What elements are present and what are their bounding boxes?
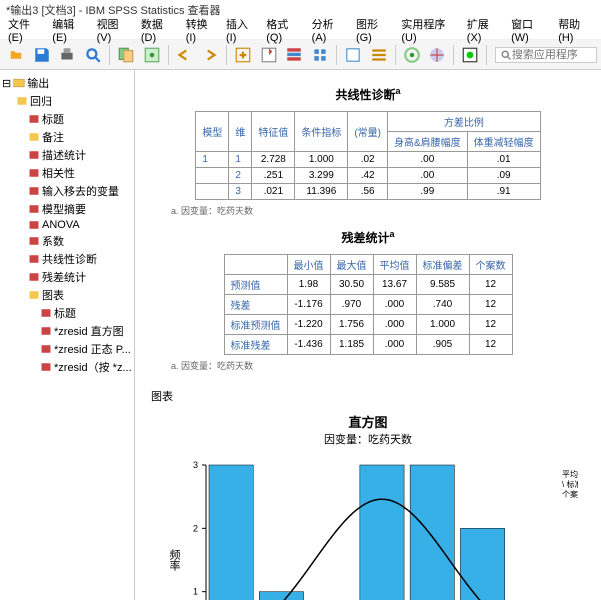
weight-button[interactable]: [400, 43, 424, 67]
menu-window[interactable]: 窗口(W): [507, 15, 552, 45]
menu-insert[interactable]: 插入(I): [222, 15, 260, 45]
toolbar: [0, 40, 601, 70]
tree-item[interactable]: ANOVA: [2, 218, 132, 232]
tree-item[interactable]: 备注: [2, 128, 132, 146]
table2-title: 残差统计a: [151, 229, 585, 246]
search-input[interactable]: [512, 49, 592, 61]
menu-graphs[interactable]: 图形(G): [352, 15, 395, 45]
menu-extensions[interactable]: 扩展(X): [463, 15, 505, 45]
split-button[interactable]: [425, 43, 449, 67]
svg-text:1: 1: [193, 587, 198, 597]
menu-file[interactable]: 文件(E): [4, 15, 46, 45]
svg-text:3: 3: [193, 460, 198, 470]
search-box[interactable]: [495, 47, 597, 63]
tree-item[interactable]: 共线性诊断: [2, 250, 132, 268]
select-button[interactable]: [367, 43, 391, 67]
menubar: 文件(E) 编辑(E) 视图(V) 数据(D) 转换(I) 插入(I) 格式(Q…: [0, 20, 601, 40]
menu-view[interactable]: 视图(V): [93, 15, 135, 45]
tree-item[interactable]: 标题: [2, 110, 132, 128]
save-button[interactable]: [30, 43, 54, 67]
run-button[interactable]: [308, 43, 332, 67]
tree-item[interactable]: *zresid 直方图: [2, 322, 132, 340]
chart-title: 直方图: [151, 412, 585, 431]
table2-footnote: a. 因变量：吃药天数: [171, 359, 585, 372]
menu-format[interactable]: 格式(Q): [262, 15, 305, 45]
table1-footnote: a. 因变量：吃药天数: [171, 204, 585, 217]
redo-button[interactable]: [198, 43, 222, 67]
svg-text:\ 标准差 = 0.905: \ 标准差 = 0.905: [562, 479, 578, 489]
open-button[interactable]: [4, 43, 28, 67]
designate-button[interactable]: [458, 43, 482, 67]
goto-button[interactable]: [231, 43, 255, 67]
print-button[interactable]: [56, 43, 80, 67]
menu-transform[interactable]: 转换(I): [182, 15, 220, 45]
table-row[interactable]: 残差-1.176.970.000.74012: [224, 295, 512, 315]
table-row[interactable]: 预测值1.9830.5013.679.58512: [224, 275, 512, 295]
table-row[interactable]: 112.7281.000.02.00.01: [196, 152, 540, 168]
collinearity-table[interactable]: 模型维特征值条件指标(常量)方差比例 身高&肩腰幅度体重减轻幅度 112.728…: [195, 111, 540, 200]
histogram-chart[interactable]: 0123-1.5-1.0-0.50.00.51.01.5频率平均值 = 2.61…: [158, 455, 578, 600]
svg-text:2: 2: [193, 523, 198, 533]
search-icon: [500, 49, 512, 61]
tree-item[interactable]: 系数: [2, 232, 132, 250]
chart-heading: 图表: [151, 388, 585, 404]
outline-tree[interactable]: ⊟输出 回归标题备注描述统计相关性输入移去的变量模型摘要ANOVA系数共线性诊断…: [0, 70, 135, 600]
svg-text:个案数 = 12: 个案数 = 12: [562, 489, 578, 499]
variables-button[interactable]: [283, 43, 307, 67]
table-row[interactable]: 3.02111.396.56.99.91: [196, 184, 540, 200]
tree-item[interactable]: 相关性: [2, 164, 132, 182]
tree-item[interactable]: 标题: [2, 304, 132, 322]
tree-item[interactable]: 回归: [2, 92, 132, 110]
table-row[interactable]: 标准预测值-1.2201.756.0001.00012: [224, 315, 512, 335]
menu-help[interactable]: 帮助(H): [554, 15, 597, 45]
menu-data[interactable]: 数据(D): [137, 15, 180, 45]
residuals-table[interactable]: 最小值最大值平均值标准偏差个案数 预测值1.9830.5013.679.5851…: [224, 254, 513, 355]
table-row[interactable]: 标准残差-1.4361.185.000.90512: [224, 335, 512, 355]
svg-text:平均值 = 2.61E-15: 平均值 = 2.61E-15: [562, 469, 578, 479]
recall-button[interactable]: [140, 43, 164, 67]
tree-item[interactable]: 描述统计: [2, 146, 132, 164]
undo-button[interactable]: [173, 43, 197, 67]
chart-subtitle: 因变量：吃药天数: [151, 431, 585, 447]
goto-case-button[interactable]: [257, 43, 281, 67]
table1-title: 共线性诊断a: [151, 86, 585, 103]
tree-item[interactable]: 残差统计: [2, 268, 132, 286]
tree-item[interactable]: *zresid 正态 P...: [2, 340, 132, 358]
tree-root[interactable]: ⊟输出: [2, 74, 132, 92]
menu-edit[interactable]: 编辑(E): [48, 15, 90, 45]
insert-button[interactable]: [341, 43, 365, 67]
output-viewer[interactable]: 共线性诊断a 模型维特征值条件指标(常量)方差比例 身高&肩腰幅度体重减轻幅度 …: [135, 70, 601, 600]
svg-text:频率: 频率: [168, 548, 181, 572]
tree-item[interactable]: 图表: [2, 286, 132, 304]
menu-analyze[interactable]: 分析(A): [308, 15, 350, 45]
preview-button[interactable]: [81, 43, 105, 67]
tree-item[interactable]: *zresid（按 *z...: [2, 358, 132, 376]
export-button[interactable]: [114, 43, 138, 67]
tree-item[interactable]: 模型摘要: [2, 200, 132, 218]
menu-utilities[interactable]: 实用程序(U): [397, 15, 460, 45]
table-row[interactable]: 2.2513.299.42.00.09: [196, 168, 540, 184]
tree-item[interactable]: 输入移去的变量: [2, 182, 132, 200]
